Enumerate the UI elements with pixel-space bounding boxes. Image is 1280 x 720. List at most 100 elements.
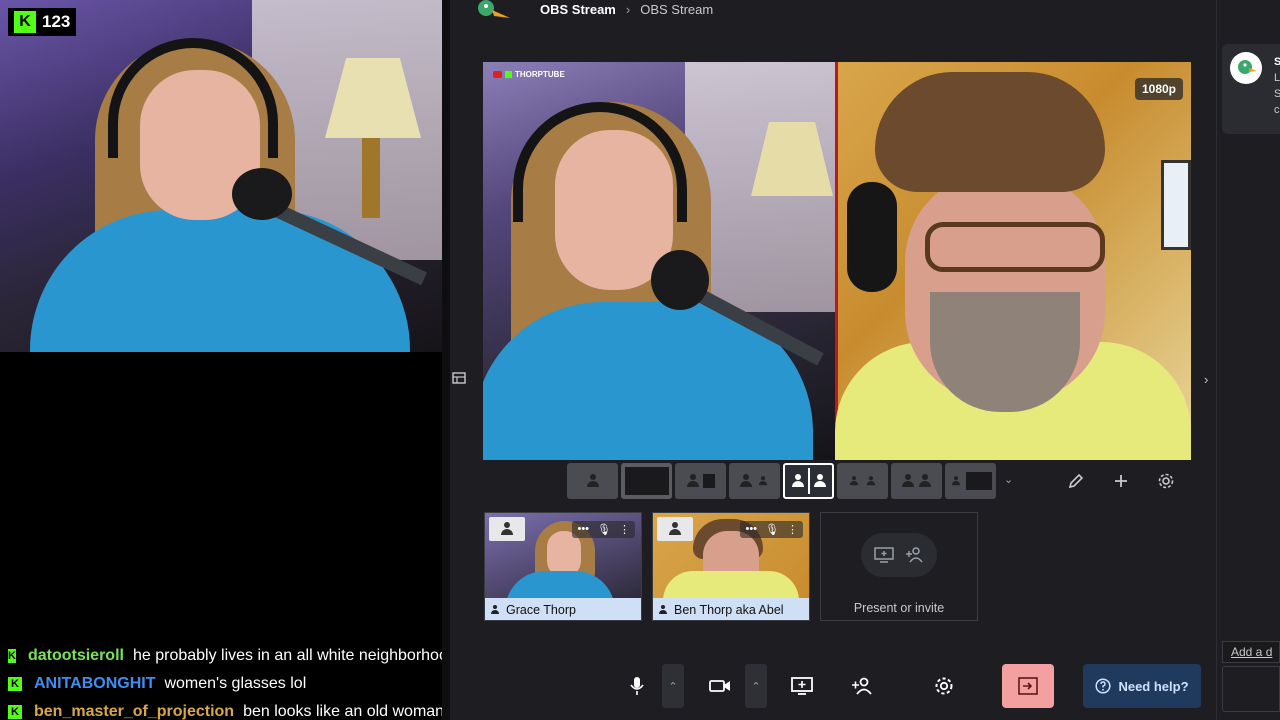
viewer-count: 123 — [42, 12, 71, 31]
youtube-icon — [493, 71, 502, 78]
person-icon — [500, 522, 514, 536]
breadcrumb-broadcast[interactable]: OBS Stream — [640, 2, 713, 17]
layout-solo-screen-button[interactable] — [621, 463, 672, 499]
chat-username[interactable]: ANITABONGHIT — [34, 675, 155, 693]
chat-message: K ben_master_of_projection ben looks lik… — [0, 698, 450, 720]
more-dots-icon[interactable]: ••• — [577, 523, 589, 536]
duck-logo-icon — [1238, 60, 1257, 74]
chat-message: K ANITABONGHIT women's glasses lol — [0, 670, 450, 698]
settings-button[interactable] — [922, 664, 966, 708]
camera-button[interactable] — [697, 664, 743, 708]
person-icon — [758, 476, 768, 486]
panel-divider — [442, 0, 450, 720]
screen-share-icon — [874, 547, 894, 563]
stage-video-ben: 1080p — [835, 62, 1191, 460]
present-or-invite-tile[interactable]: Present or invite — [820, 512, 978, 621]
mute-button[interactable] — [614, 664, 660, 708]
kick-badge-icon: K — [8, 705, 22, 719]
chevron-right-icon[interactable]: › — [1204, 372, 1208, 387]
stage-video-grace: THORPTUBE — [483, 62, 835, 460]
resolution-badge: 1080p — [1134, 78, 1183, 100]
kick-icon — [505, 71, 512, 78]
add-person-icon — [852, 677, 872, 695]
kick-badge-icon: K — [8, 649, 16, 663]
kick-logo-icon: K — [14, 11, 36, 33]
need-help-button[interactable]: Need help? — [1083, 664, 1201, 708]
plus-icon — [1115, 475, 1127, 487]
stage-settings-button[interactable] — [1151, 466, 1181, 496]
microphone-icon[interactable]: 🎙 — [597, 523, 611, 536]
stream-screen: K 123 K datootsieroll he probably lives … — [0, 0, 1280, 720]
person-icon — [918, 474, 932, 488]
participant-name: Ben Thorp aka Abel — [674, 602, 784, 617]
invite-guest-button[interactable] — [840, 664, 884, 708]
comment-preview: S L S c — [1274, 56, 1280, 116]
kick-badge-icon: K — [8, 677, 22, 691]
stream-watermark: THORPTUBE — [493, 70, 565, 79]
studio-logo-icon[interactable] — [472, 0, 512, 24]
more-layouts-chevron-down-icon[interactable]: ⌄ — [1004, 473, 1013, 486]
chat-username[interactable]: ben_master_of_projection — [34, 703, 234, 720]
layout-group-button[interactable] — [729, 463, 780, 499]
invite-icons — [861, 533, 937, 577]
chat-message: K datootsieroll he probably lives in an … — [0, 642, 457, 670]
kebab-menu-icon[interactable]: ⋮ — [619, 523, 630, 536]
webcam-feed: K 123 — [0, 0, 442, 352]
person-icon — [490, 604, 500, 615]
camera-options-chevron-up-icon[interactable]: ⌃ — [745, 664, 767, 708]
microphone-icon[interactable]: 🎙 — [765, 523, 779, 536]
leave-studio-button[interactable] — [1002, 664, 1054, 708]
layout-side-by-side-button[interactable] — [783, 463, 834, 499]
layout-screen-sidebar-button[interactable] — [945, 463, 996, 499]
add-comment-link[interactable]: Add a d — [1222, 641, 1280, 663]
layout-group-small-button[interactable] — [837, 463, 888, 499]
person-icon — [901, 474, 915, 488]
breadcrumb-studio[interactable]: OBS Stream — [540, 2, 616, 17]
chat-text: women's glasses lol — [164, 675, 307, 692]
person-icon — [813, 474, 827, 488]
layout-solo-button[interactable] — [567, 463, 618, 499]
video-camera-icon — [709, 680, 730, 692]
viewer-count-badge: K 123 — [8, 8, 77, 36]
chat-text: he probably lives in an all white neighb… — [132, 647, 457, 664]
chat-username[interactable]: datootsieroll — [28, 647, 124, 665]
person-icon — [849, 476, 859, 486]
add-to-stage-button[interactable] — [489, 517, 525, 541]
screen-share-icon — [791, 677, 813, 695]
microphone-icon — [630, 677, 644, 695]
layout-screen-pip-button[interactable] — [675, 463, 726, 499]
kebab-menu-icon[interactable]: ⋮ — [787, 523, 798, 536]
person-icon — [951, 476, 961, 486]
microphone — [232, 168, 292, 220]
person-icon — [586, 474, 600, 488]
edit-pencil-button[interactable] — [1061, 466, 1091, 496]
avatar — [1230, 52, 1262, 84]
person-icon — [658, 604, 668, 615]
more-dots-icon[interactable]: ••• — [745, 523, 757, 536]
exit-icon — [1018, 677, 1038, 695]
invite-label: Present or invite — [853, 601, 945, 615]
person-icon — [739, 474, 753, 488]
layout-group-screen-button[interactable] — [891, 463, 942, 499]
gear-icon — [1158, 473, 1174, 489]
add-to-stage-button[interactable] — [657, 517, 693, 541]
person-icon — [668, 522, 682, 536]
help-circle-icon — [1095, 678, 1112, 694]
chat-text: ben looks like an old woman — [243, 703, 445, 720]
stream-chat: K datootsieroll he probably lives in an … — [0, 642, 457, 720]
mic-options-chevron-up-icon[interactable]: ⌃ — [662, 664, 684, 708]
tile-toolbar — [657, 517, 693, 541]
tile-toolbar — [489, 517, 525, 541]
participant-tile[interactable]: ••• 🎙 ⋮ Grace Thorp — [484, 512, 642, 621]
layout-panel-icon — [452, 372, 466, 384]
participant-name-label: Ben Thorp aka Abel — [653, 598, 809, 620]
toggle-sidebar-button[interactable] — [450, 368, 468, 388]
participant-tile[interactable]: ••• 🎙 ⋮ Ben Thorp aka Abel — [652, 512, 810, 621]
share-screen-button[interactable] — [780, 664, 824, 708]
person-icon — [686, 474, 700, 488]
need-help-label: Need help? — [1118, 678, 1189, 694]
add-scene-button[interactable] — [1106, 466, 1136, 496]
comment-input[interactable] — [1222, 666, 1280, 712]
tile-controls: ••• 🎙 ⋮ — [572, 517, 635, 541]
gear-icon — [935, 677, 953, 695]
